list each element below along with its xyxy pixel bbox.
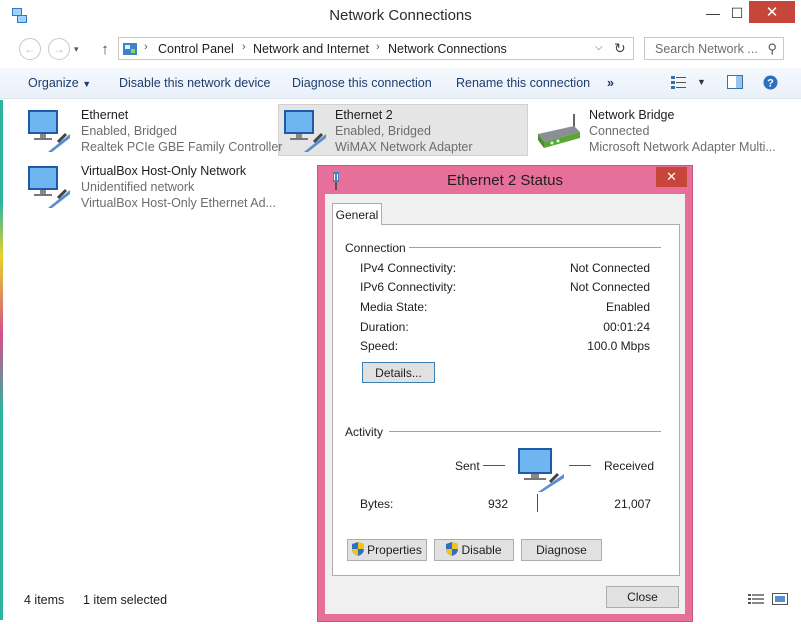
selection-count: 1 item selected <box>83 593 168 607</box>
svg-text:?: ? <box>767 78 774 90</box>
item-device: VirtualBox Host-Only Ethernet Ad... <box>81 196 277 210</box>
item-status: Enabled, Bridged <box>335 124 431 138</box>
properties-button[interactable]: Properties <box>347 539 427 561</box>
breadcrumb-separator: › <box>242 41 246 53</box>
network-adapter-icon <box>24 108 72 155</box>
details-button[interactable]: Details... <box>362 362 435 383</box>
item-status: Unidentified network <box>81 180 195 194</box>
media-state-value: Enabled <box>605 300 650 314</box>
tab-general[interactable]: General <box>332 203 382 225</box>
breadcrumb-separator: › <box>376 41 380 53</box>
connection-item-virtualbox[interactable]: VirtualBox Host-Only Network Unidentifie… <box>24 162 294 212</box>
dialog-close-icon[interactable]: ✕ <box>656 167 687 187</box>
sent-label: Sent <box>455 459 480 473</box>
item-status: Connected <box>589 124 650 138</box>
media-state-label: Media State: <box>360 300 428 314</box>
diagnose-button[interactable]: Diagnose <box>521 539 602 561</box>
item-count: 4 items <box>24 593 65 607</box>
address-dropdown-icon[interactable]: ⌵ <box>595 42 603 53</box>
activity-group-label: Activity <box>345 425 384 439</box>
group-divider <box>409 247 661 248</box>
up-button[interactable]: ↑ <box>97 38 113 60</box>
shield-icon <box>352 541 365 559</box>
ipv6-value: Not Connected <box>569 280 650 294</box>
item-name: Ethernet <box>81 108 129 122</box>
chevron-down-icon: ▼ <box>82 79 92 89</box>
preview-pane-icon[interactable] <box>727 75 743 92</box>
general-tab-panel <box>332 224 680 576</box>
ipv6-label: IPv6 Connectivity: <box>360 280 457 294</box>
disable-label: Disable <box>461 543 502 557</box>
shield-icon <box>446 541 459 559</box>
item-device: WiMAX Network Adapter <box>335 140 473 154</box>
item-name: Network Bridge <box>589 108 675 122</box>
refresh-icon[interactable]: ↻ <box>614 40 626 57</box>
disable-device-button[interactable]: Disable this network device <box>119 76 270 90</box>
close-button[interactable]: ✕ <box>749 1 795 23</box>
connection-group-label: Connection <box>345 241 406 255</box>
address-bar[interactable]: › Control Panel › Network and Internet ›… <box>118 37 634 60</box>
network-adapter-icon <box>280 108 328 155</box>
item-name: Ethernet 2 <box>335 108 393 122</box>
rename-connection-button[interactable]: Rename this connection <box>456 76 590 90</box>
connection-item-ethernet[interactable]: Ethernet Enabled, Bridged Realtek PCIe G… <box>24 106 283 156</box>
received-label: Received <box>604 459 655 473</box>
speed-label: Speed: <box>360 339 399 353</box>
organize-menu[interactable]: Organize ▼ <box>28 76 91 90</box>
disable-button[interactable]: Disable <box>434 539 514 561</box>
more-commands-button[interactable]: » <box>607 76 614 90</box>
window-title: Network Connections <box>329 7 472 24</box>
item-name: VirtualBox Host-Only Network <box>81 164 247 178</box>
item-device: Realtek PCIe GBE Family Controller <box>81 140 283 154</box>
received-line <box>569 465 591 466</box>
breadcrumb-network-connections[interactable]: Network Connections <box>388 42 507 56</box>
speed-value: 100.0 Mbps <box>587 339 650 353</box>
bytes-received-value: 21,007 <box>614 497 651 511</box>
large-icons-view-icon[interactable] <box>772 593 788 608</box>
search-icon[interactable]: ⚲ <box>767 41 777 57</box>
help-icon[interactable]: ? <box>763 75 778 93</box>
dialog-title: Ethernet 2 Status <box>447 172 563 189</box>
view-dropdown-icon[interactable]: ▼ <box>697 77 706 87</box>
network-bridge-icon <box>534 112 582 155</box>
properties-label: Properties <box>367 543 422 557</box>
group-divider <box>389 431 661 432</box>
diagnose-connection-button[interactable]: Diagnose this connection <box>292 76 432 90</box>
connection-item-ethernet-2[interactable]: Ethernet 2 Enabled, Bridged WiMAX Networ… <box>280 106 528 156</box>
control-panel-icon <box>122 41 138 60</box>
network-adapter-icon <box>24 164 72 211</box>
bytes-sent-value: 932 <box>487 497 508 511</box>
breadcrumb-separator: › <box>144 41 148 53</box>
item-device: Microsoft Network Adapter Multi... <box>589 140 776 154</box>
search-box[interactable]: Search Network ... ⚲ <box>644 37 784 60</box>
close-dialog-button[interactable]: Close <box>606 586 679 608</box>
details-view-icon[interactable] <box>748 593 764 608</box>
duration-value: 00:01:24 <box>603 320 650 334</box>
back-button[interactable]: ← <box>19 38 41 60</box>
organize-label: Organize <box>28 76 79 90</box>
sent-line <box>483 465 505 466</box>
connection-item-network-bridge[interactable]: Network Bridge Connected Microsoft Netwo… <box>534 106 796 156</box>
activity-computer-icon <box>514 446 566 495</box>
breadcrumb-network-and-internet[interactable]: Network and Internet <box>253 42 369 56</box>
ipv4-value: Not Connected <box>569 261 650 275</box>
change-view-icon[interactable] <box>671 75 687 92</box>
left-edge-strip <box>0 100 3 620</box>
duration-label: Duration: <box>360 320 409 334</box>
item-status: Enabled, Bridged <box>81 124 177 138</box>
search-placeholder[interactable]: Search Network ... <box>655 42 758 56</box>
ipv4-label: IPv4 Connectivity: <box>360 261 457 275</box>
forward-button[interactable]: → <box>48 38 70 60</box>
breadcrumb-control-panel[interactable]: Control Panel <box>158 42 234 56</box>
recent-locations-chevron-icon[interactable]: ▾ <box>74 44 79 55</box>
